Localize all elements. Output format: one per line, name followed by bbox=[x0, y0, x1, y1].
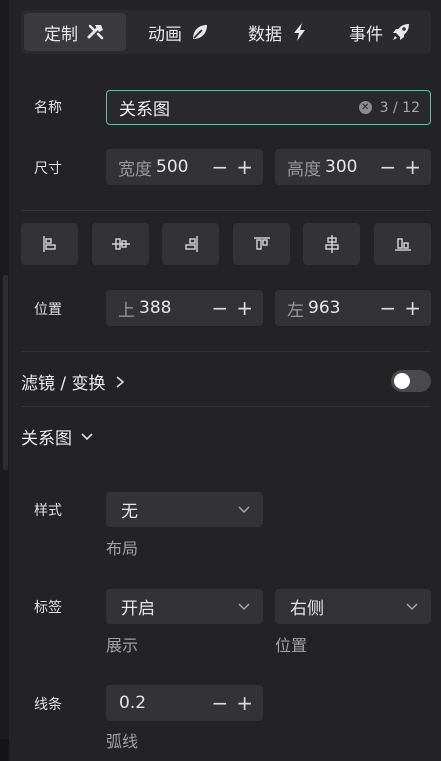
chevron-right-icon bbox=[116, 375, 124, 388]
top-prefix: 上 bbox=[118, 300, 135, 321]
tab-custom[interactable]: 定制 bbox=[24, 13, 126, 51]
tab-label: 事件 bbox=[349, 24, 383, 45]
minus-button[interactable]: − bbox=[211, 155, 228, 179]
tab-animation[interactable]: 动画 bbox=[132, 13, 226, 51]
align-center-vertical-button[interactable] bbox=[303, 223, 360, 265]
height-stepper[interactable]: 高度 300 − + bbox=[275, 149, 431, 185]
chevron-down-icon bbox=[238, 602, 250, 610]
toggle-knob bbox=[394, 373, 410, 389]
minus-button[interactable]: − bbox=[379, 155, 396, 179]
align-top-icon bbox=[253, 237, 270, 250]
left-stepper[interactable]: 左 963 − + bbox=[275, 290, 431, 326]
tab-events[interactable]: 事件 bbox=[332, 13, 428, 51]
filter-transform-section[interactable]: 滤镜 / 变换 bbox=[21, 369, 126, 394]
plus-button[interactable]: + bbox=[236, 296, 253, 320]
bottom-edge bbox=[0, 739, 9, 761]
chevron-down-icon bbox=[81, 432, 93, 440]
left-value[interactable]: 963 bbox=[308, 298, 379, 318]
graph-section-title: 关系图 bbox=[21, 429, 72, 449]
top-value[interactable]: 388 bbox=[139, 298, 211, 318]
curve-stepper[interactable]: 0.2 − + bbox=[106, 685, 263, 721]
layout-value: 无 bbox=[121, 502, 138, 522]
left-prefix: 左 bbox=[287, 300, 304, 321]
tab-label: 动画 bbox=[148, 24, 182, 45]
plus-button[interactable]: + bbox=[236, 691, 253, 715]
align-bottom-button[interactable] bbox=[374, 223, 431, 265]
align-center-vertical-icon bbox=[324, 235, 339, 253]
clear-icon[interactable]: ✕ bbox=[358, 101, 372, 114]
char-count: 3 / 12 bbox=[379, 99, 420, 116]
position-label: 位置 bbox=[34, 302, 62, 318]
tag-position-caption: 位置 bbox=[275, 636, 308, 655]
align-left-button[interactable] bbox=[21, 223, 78, 265]
name-value: 关系图 bbox=[119, 100, 170, 120]
minus-button[interactable]: − bbox=[379, 296, 396, 320]
divider bbox=[21, 210, 431, 211]
left-edge bbox=[0, 0, 9, 761]
height-prefix: 高度 bbox=[287, 159, 321, 180]
chevron-down-icon bbox=[238, 505, 250, 513]
tab-label: 数据 bbox=[248, 24, 282, 45]
plus-button[interactable]: + bbox=[404, 296, 421, 320]
plus-button[interactable]: + bbox=[404, 155, 421, 179]
scrollbar-thumb[interactable] bbox=[3, 275, 8, 470]
width-prefix: 宽度 bbox=[118, 159, 152, 180]
minus-button[interactable]: − bbox=[211, 296, 228, 320]
align-top-button[interactable] bbox=[233, 223, 290, 265]
top-stepper[interactable]: 上 388 − + bbox=[106, 290, 263, 326]
align-right-button[interactable] bbox=[162, 223, 219, 265]
curve-value[interactable]: 0.2 bbox=[119, 693, 211, 713]
filter-transform-title: 滤镜 / 变换 bbox=[21, 374, 106, 394]
align-bottom-icon bbox=[394, 238, 411, 251]
divider bbox=[21, 406, 431, 407]
chevron-down-icon bbox=[406, 602, 418, 610]
height-value[interactable]: 300 bbox=[325, 157, 379, 177]
tab-bar: 定制 动画 数据 事件 bbox=[21, 10, 431, 54]
curve-caption: 弧线 bbox=[106, 732, 139, 751]
graph-section[interactable]: 关系图 bbox=[21, 424, 94, 449]
align-left-icon bbox=[42, 236, 56, 252]
width-value[interactable]: 500 bbox=[156, 157, 211, 177]
align-center-horizontal-button[interactable] bbox=[92, 223, 149, 265]
layout-caption: 布局 bbox=[106, 539, 139, 558]
align-right-icon bbox=[184, 236, 198, 252]
name-input[interactable]: 关系图 ✕ 3 / 12 bbox=[106, 90, 431, 125]
tags-label: 标签 bbox=[34, 600, 62, 616]
filter-toggle[interactable] bbox=[391, 370, 431, 392]
layout-select[interactable]: 无 bbox=[106, 492, 263, 527]
tab-label: 定制 bbox=[44, 24, 78, 45]
show-select[interactable]: 开启 bbox=[106, 589, 263, 624]
minus-button[interactable]: − bbox=[211, 691, 228, 715]
tab-data[interactable]: 数据 bbox=[232, 13, 326, 51]
divider bbox=[21, 351, 431, 352]
plus-button[interactable]: + bbox=[236, 155, 253, 179]
width-stepper[interactable]: 宽度 500 − + bbox=[106, 149, 263, 185]
show-value: 开启 bbox=[121, 599, 155, 619]
tools-icon bbox=[86, 22, 106, 42]
tag-position-value: 右侧 bbox=[290, 599, 324, 619]
leaf-icon bbox=[190, 22, 210, 42]
tag-position-select[interactable]: 右侧 bbox=[275, 589, 431, 624]
lightning-icon bbox=[290, 22, 310, 42]
align-center-horizontal-icon bbox=[111, 238, 130, 250]
size-label: 尺寸 bbox=[34, 161, 62, 177]
line-label: 线条 bbox=[34, 697, 62, 713]
rocket-icon bbox=[391, 22, 411, 42]
show-caption: 展示 bbox=[106, 636, 139, 655]
style-label: 样式 bbox=[34, 503, 62, 519]
name-label: 名称 bbox=[34, 100, 62, 116]
